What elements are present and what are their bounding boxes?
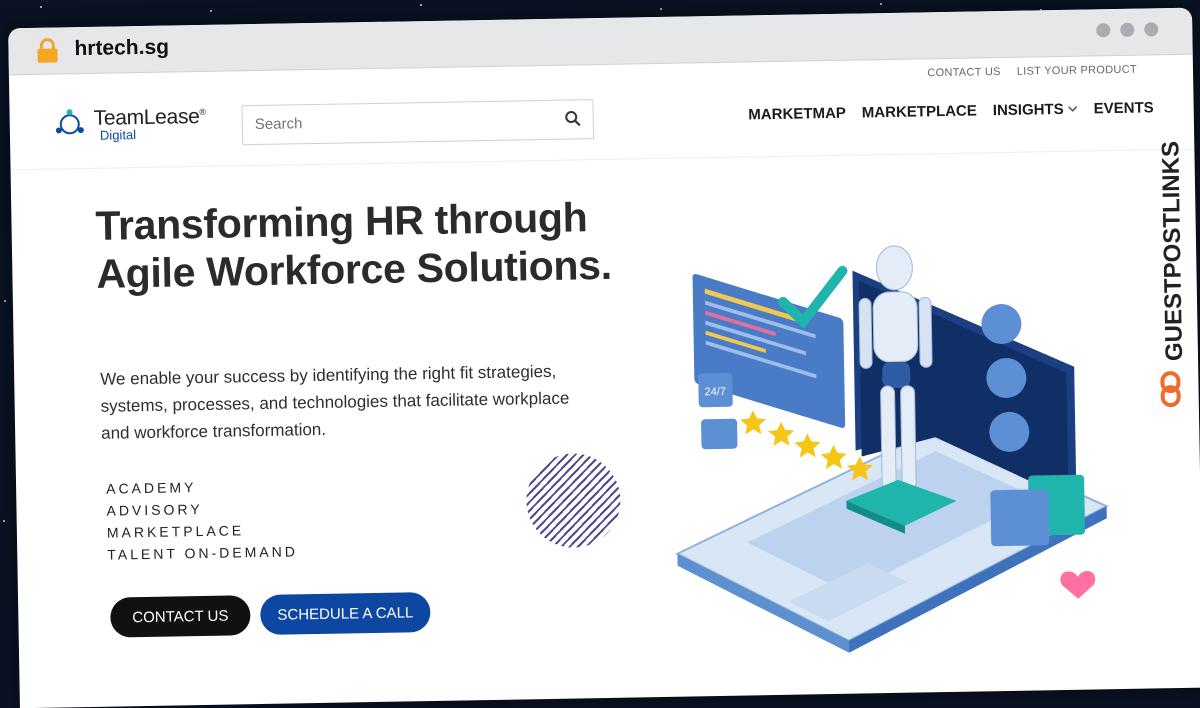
robot-laptop-illustration: 24/7 — [675, 245, 1109, 653]
logo-mark-icon — [55, 108, 84, 134]
window-dot[interactable] — [1096, 23, 1111, 38]
service-item: TALENT ON-DEMAND — [107, 543, 299, 563]
util-list-product-link[interactable]: LIST YOUR PRODUCT — [1017, 64, 1137, 78]
hatched-circle-decoration — [525, 452, 622, 549]
window-controls — [1096, 22, 1159, 38]
utility-links: CONTACT US LIST YOUR PRODUCT — [927, 64, 1137, 80]
logo-registered-mark: ® — [199, 106, 206, 118]
browser-window: hrtech.sg CONTACT US LIST YOUR PRODUCT T… — [8, 7, 1200, 708]
guestpostlinks-watermark: GUESTPOSTLINKS — [1157, 141, 1188, 408]
link-chain-icon — [1160, 371, 1181, 408]
chevron-down-icon — [1068, 106, 1078, 112]
website: CONTACT US LIST YOUR PRODUCT TeamLease® … — [9, 55, 1200, 706]
logo-subtitle: Digital — [99, 127, 137, 143]
services-list: ACADEMY ADVISORY MARKETPLACE TALENT ON-D… — [106, 474, 298, 565]
util-contact-us-link[interactable]: CONTACT US — [927, 66, 1001, 79]
window-dot[interactable] — [1144, 22, 1159, 37]
nav-insights[interactable]: INSIGHTS — [993, 101, 1078, 119]
address-bar-url[interactable]: hrtech.sg — [74, 36, 169, 62]
hero-title: Transforming HR through Agile Workforce … — [95, 194, 613, 297]
nav-insights-label: INSIGHTS — [992, 100, 1064, 120]
teamlease-logo[interactable]: TeamLease® Digital — [51, 102, 206, 144]
main-nav: MARKETMAP MARKETPLACE INSIGHTS EVENTS — [748, 99, 1154, 123]
badge-24-7-text: 24/7 — [704, 386, 726, 398]
search-box — [241, 99, 595, 146]
contact-us-button[interactable]: CONTACT US — [110, 595, 251, 638]
lock-icon — [37, 38, 58, 63]
nav-events[interactable]: EVENTS — [1093, 99, 1153, 117]
search-icon[interactable] — [565, 110, 581, 127]
watermark-text: GUESTPOSTLINKS — [1157, 141, 1188, 361]
nav-marketplace[interactable]: MARKETPLACE — [862, 102, 977, 121]
nav-marketmap[interactable]: MARKETMAP — [748, 105, 846, 124]
search-input[interactable] — [242, 100, 568, 143]
logo-name: TeamLease — [93, 105, 200, 130]
window-dot[interactable] — [1120, 22, 1135, 37]
header-divider — [10, 148, 1195, 171]
hero-description: We enable your success by identifying th… — [100, 361, 570, 443]
schedule-call-button[interactable]: SCHEDULE A CALL — [260, 592, 431, 636]
